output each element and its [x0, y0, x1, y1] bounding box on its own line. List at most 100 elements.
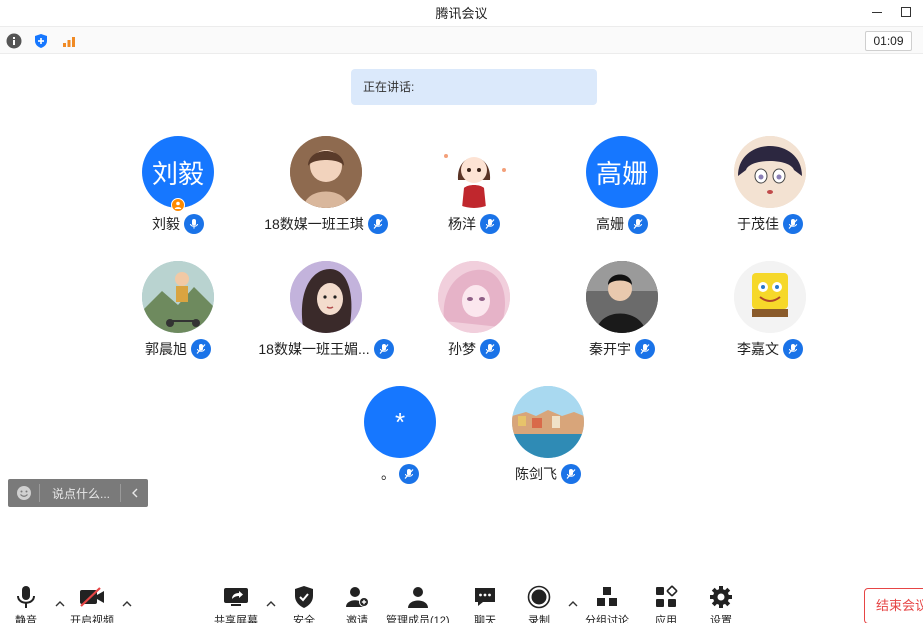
chevron-left-icon [131, 488, 137, 498]
avatar [734, 261, 806, 333]
participant-tile[interactable]: 18数媒一班王媚... [256, 261, 396, 371]
participant-name: 郭晨旭 [145, 341, 187, 357]
participant-tile[interactable]: * 。 [330, 386, 470, 496]
share-options-caret[interactable] [265, 598, 277, 610]
person-icon [174, 201, 182, 209]
end-meeting-button[interactable]: 结束会议 [864, 588, 923, 623]
invite-button[interactable]: 邀请 [343, 584, 371, 623]
avatar-cartoon [438, 136, 510, 208]
video-options-caret[interactable] [121, 598, 133, 610]
chevron-up-icon [568, 601, 578, 607]
members-icon [404, 584, 432, 610]
participant-name: 高姗 [596, 216, 624, 232]
title-bar: 腾讯会议 [0, 0, 923, 24]
emoji-icon[interactable] [8, 484, 40, 502]
chat-button[interactable]: 聊天 [471, 584, 499, 623]
participant-tile[interactable]: 刘毅 刘毅 [108, 136, 248, 246]
avatar [438, 261, 510, 333]
shield-icon [35, 34, 47, 48]
window-title: 腾讯会议 [435, 6, 488, 21]
mic-muted-icon [783, 214, 803, 234]
participant-name: 孙梦 [448, 341, 476, 357]
info-icon [6, 33, 22, 49]
record-options-caret[interactable] [567, 598, 579, 610]
avatar-illustration [142, 261, 214, 333]
meeting-toolbar: 静音 开启视频 共享屏幕 安全 邀请 管理成员(12) 聊天 录制 分组讨论 应… [0, 580, 923, 623]
avatar: 高姗 [586, 136, 658, 208]
avatar [586, 261, 658, 333]
avatar-photo [290, 136, 362, 208]
maximize-button[interactable] [896, 3, 916, 21]
breakout-rooms-button[interactable]: 分组讨论 [585, 584, 629, 623]
mic-muted-icon [480, 214, 500, 234]
maximize-icon [901, 7, 911, 17]
security-button[interactable]: 安全 [290, 584, 318, 623]
avatar-photo [586, 261, 658, 333]
meeting-timer: 01:09 [865, 31, 912, 51]
participant-name: 杨洋 [448, 216, 476, 232]
security-status-button[interactable] [31, 31, 51, 51]
apps-button[interactable]: 应用 [652, 584, 680, 623]
participant-name: 秦开宇 [589, 341, 631, 357]
chat-placeholder: 说点什么... [52, 486, 111, 501]
security-shield-icon [290, 584, 318, 610]
participant-tile[interactable]: 李嘉文 [700, 261, 840, 371]
mic-muted-icon [399, 464, 419, 484]
avatar [142, 261, 214, 333]
chat-bubble-icon [471, 584, 499, 610]
share-screen-button[interactable]: 共享屏幕 [214, 584, 258, 623]
speaking-indicator: 正在讲话: [351, 69, 597, 105]
mute-button[interactable]: 静音 [12, 584, 40, 623]
participant-tile[interactable]: 于茂佳 [700, 136, 840, 246]
mic-icon [184, 214, 204, 234]
avatar-photo [512, 386, 584, 458]
record-icon [525, 584, 553, 610]
mic-muted-icon [191, 339, 211, 359]
mic-muted-icon [635, 339, 655, 359]
meeting-info-button[interactable] [4, 31, 24, 51]
mic-muted-icon [373, 339, 394, 359]
chat-quick-input[interactable]: 说点什么... [8, 479, 148, 507]
avatar-cartoon [734, 261, 806, 333]
participant-tile[interactable]: 杨洋 [404, 136, 544, 246]
participant-name: 。 [381, 466, 395, 482]
participant-tile[interactable]: 陈剑飞 [478, 386, 618, 496]
audio-options-caret[interactable] [54, 598, 66, 610]
participant-name: 18数媒一班王琪 [264, 216, 364, 232]
minimize-button[interactable] [867, 3, 887, 21]
meeting-info-bar: 01:09 [0, 26, 923, 54]
chevron-up-icon [266, 601, 276, 607]
breakout-rooms-icon [593, 584, 621, 610]
avatar-anime [438, 261, 510, 333]
mic-muted-icon [783, 339, 803, 359]
participant-name: 陈剑飞 [515, 466, 557, 482]
avatar [734, 136, 806, 208]
gear-icon [707, 584, 735, 610]
mic-muted-icon [480, 339, 500, 359]
avatar [290, 261, 362, 333]
participant-tile[interactable]: 18数媒一班王琪 [256, 136, 396, 246]
participant-name: 于茂佳 [737, 216, 779, 232]
participant-tile[interactable]: 高姗 高姗 [552, 136, 692, 246]
add-user-icon [343, 584, 371, 610]
participant-tile[interactable]: 秦开宇 [552, 261, 692, 371]
mic-muted-icon [367, 214, 388, 234]
participant-tile[interactable]: 郭晨旭 [108, 261, 248, 371]
apps-grid-icon [652, 584, 680, 610]
mic-muted-icon [628, 214, 648, 234]
settings-button[interactable]: 设置 [707, 584, 735, 623]
avatar [438, 136, 510, 208]
video-off-icon [78, 584, 106, 610]
participant-name: 18数媒一班王媚... [258, 341, 370, 357]
avatar: * [364, 386, 436, 458]
manage-members-button[interactable]: 管理成员(12) [386, 584, 450, 623]
start-video-button[interactable]: 开启视频 [70, 584, 114, 623]
network-status-button[interactable] [59, 31, 79, 51]
chevron-up-icon [55, 601, 65, 607]
participant-tile[interactable]: 孙梦 [404, 261, 544, 371]
collapse-chat-button[interactable] [120, 484, 148, 502]
microphone-icon [12, 584, 40, 610]
participant-name: 刘毅 [152, 216, 180, 232]
share-screen-icon [222, 584, 250, 610]
record-button[interactable]: 录制 [525, 584, 553, 623]
